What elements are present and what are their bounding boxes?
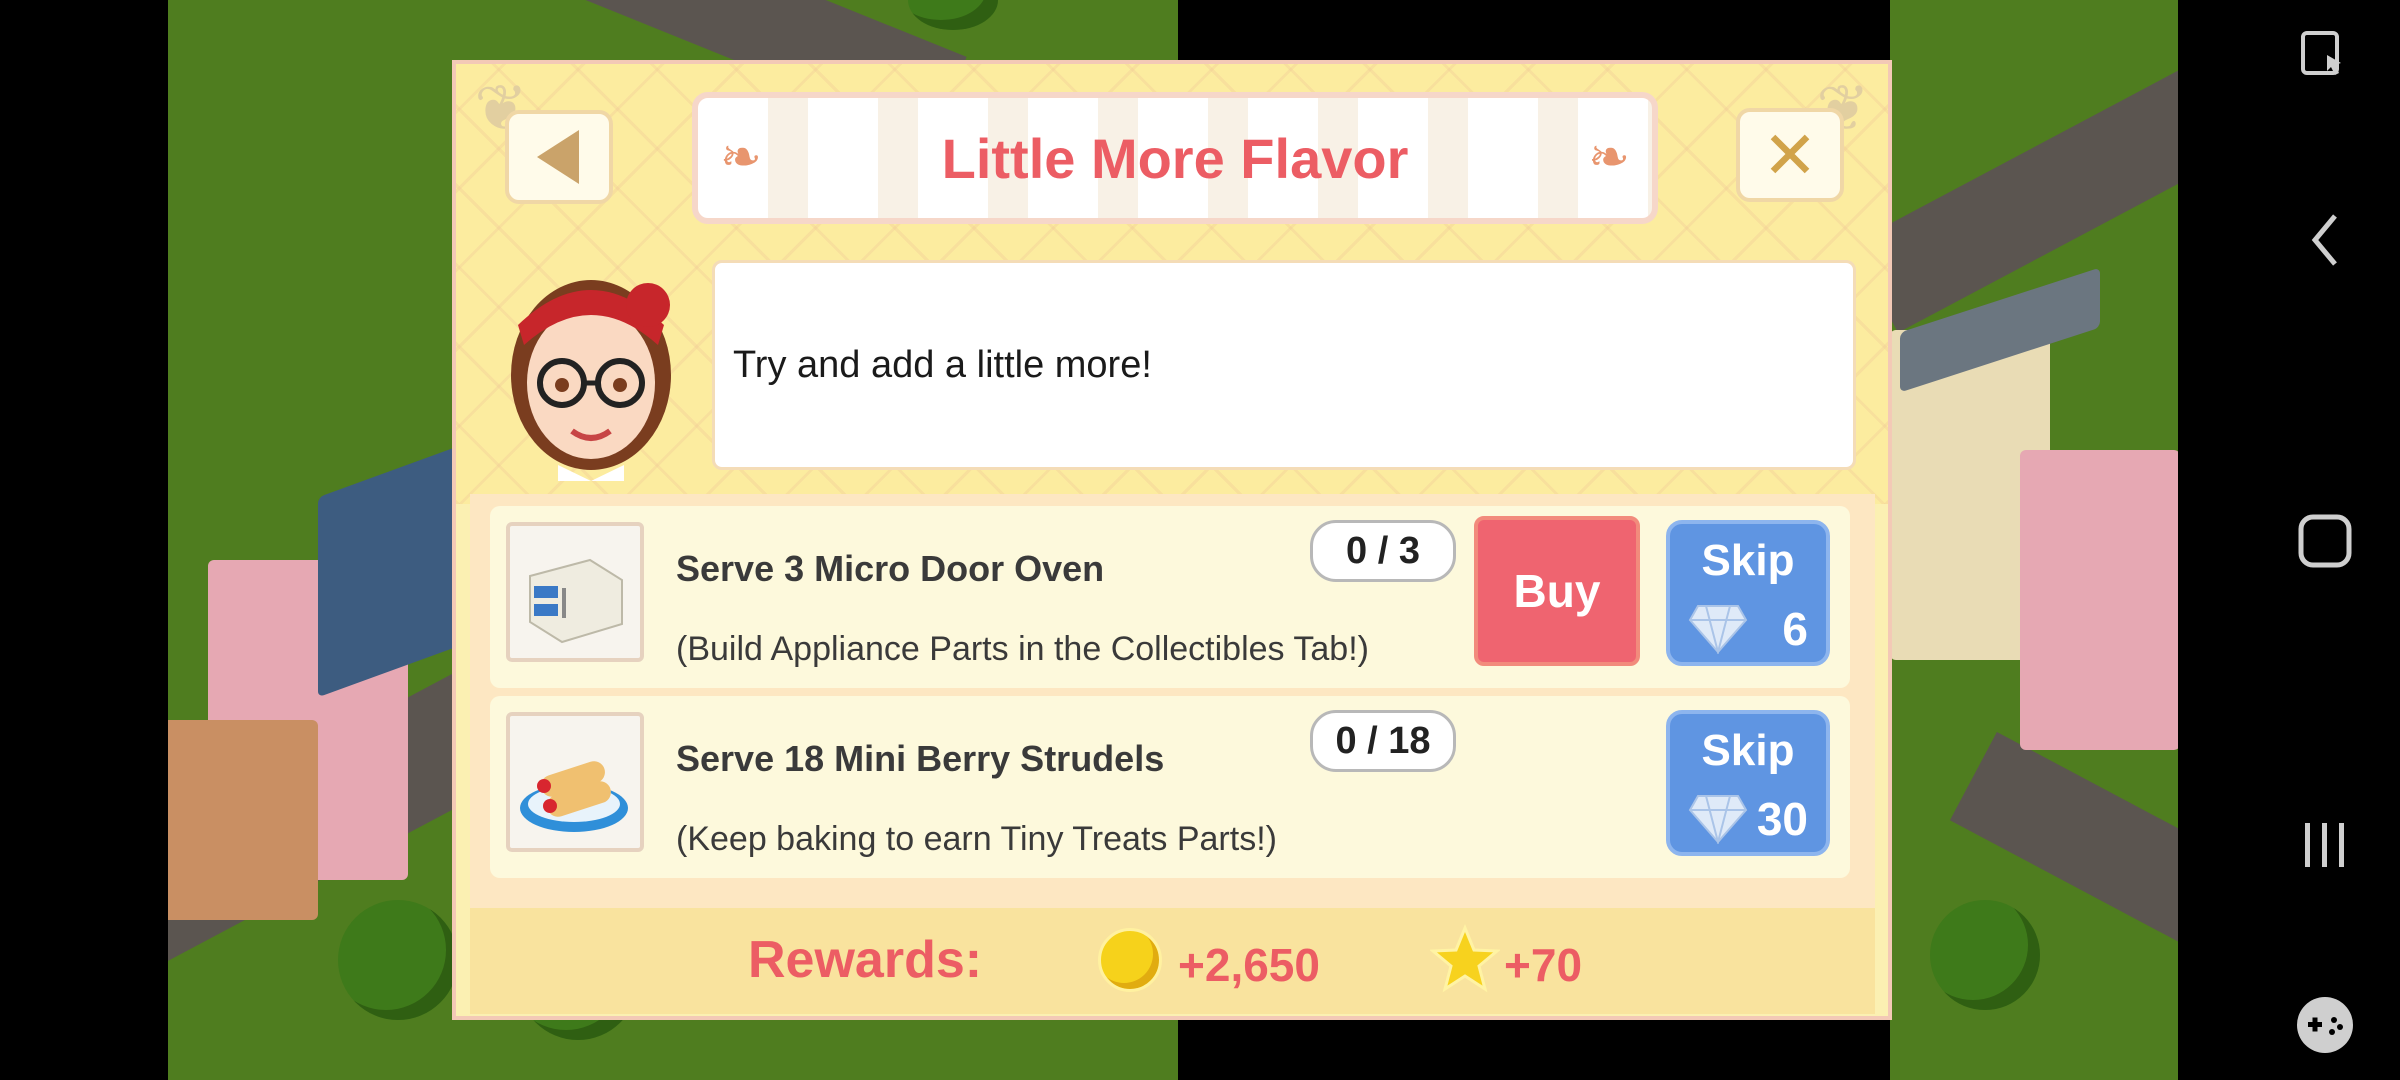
coins-reward: +2,650 (1178, 939, 1320, 991)
home-nav-icon[interactable] (2290, 506, 2360, 576)
strudel-icon (506, 712, 644, 852)
task-progress: 0 / 3 (1310, 520, 1456, 582)
title-banner: ❧ Little More Flavor ❧ (692, 92, 1658, 224)
star-icon (1430, 924, 1500, 993)
task-row: Serve 18 Mini Berry Strudels (Keep bakin… (490, 696, 1850, 878)
close-button[interactable]: ✕ (1736, 108, 1844, 202)
chef-avatar (511, 280, 671, 481)
skip-label: Skip (1701, 726, 1795, 775)
speech-bubble: Try and add a little more! (712, 260, 1856, 470)
gem-icon (1688, 795, 1748, 844)
task-progress: 0 / 18 (1310, 710, 1456, 772)
game-background-right (1890, 0, 2178, 1080)
rewards-label: Rewards: (748, 931, 983, 989)
close-icon: ✕ (1762, 116, 1818, 194)
skip-cost: 6 (1782, 603, 1808, 655)
task-subtitle: (Build Appliance Parts in the Collectibl… (676, 630, 1369, 668)
skip-button[interactable]: Skip 30 (1666, 710, 1830, 856)
gem-icon (1688, 605, 1748, 654)
skip-button[interactable]: Skip 6 (1666, 520, 1830, 666)
rewards-bar (470, 908, 1875, 1014)
back-button[interactable] (505, 110, 613, 204)
system-nav-bar (2178, 0, 2400, 1080)
skip-label: Skip (1701, 536, 1795, 585)
task-subtitle: (Keep baking to earn Tiny Treats Parts!) (676, 820, 1277, 858)
skip-cost: 30 (1756, 793, 1808, 845)
quest-message: Try and add a little more! (733, 343, 1152, 386)
oven-icon (506, 522, 644, 662)
buy-button[interactable]: Buy (1474, 516, 1640, 666)
xp-reward: +70 (1504, 939, 1583, 991)
back-nav-icon[interactable] (2290, 205, 2360, 275)
dialog-title: Little More Flavor (941, 126, 1409, 190)
task-title: Serve 3 Micro Door Oven (676, 548, 1105, 589)
game-tools-icon[interactable] (2290, 990, 2360, 1060)
accessibility-icon[interactable] (2290, 20, 2360, 90)
task-title: Serve 18 Mini Berry Strudels (676, 738, 1165, 779)
banner-ornament: ❧ (1588, 128, 1630, 186)
recents-nav-icon[interactable] (2290, 810, 2360, 880)
coin-icon (1098, 928, 1162, 992)
banner-ornament: ❧ (720, 128, 762, 186)
back-arrow-icon (537, 130, 579, 184)
task-row: Serve 3 Micro Door Oven (Build Appliance… (490, 506, 1850, 688)
